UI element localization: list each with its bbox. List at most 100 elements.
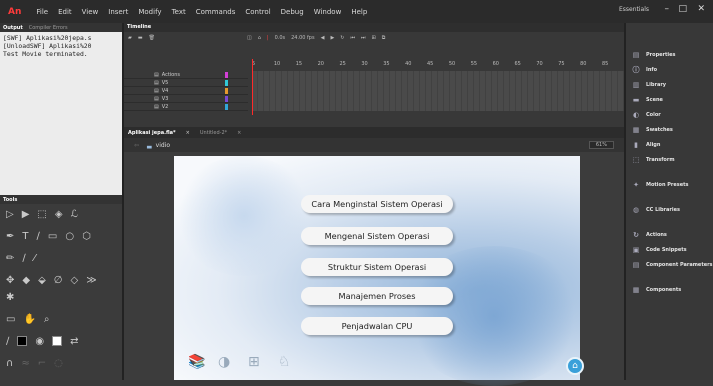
fill-swatch[interactable] [52, 336, 63, 346]
step-forward-icon[interactable]: ⏭ [361, 35, 366, 41]
selection-tool-icon[interactable]: ▷ [6, 209, 14, 221]
panel-cc-libraries[interactable]: ◍ CC Libraries [626, 202, 713, 217]
menu-view[interactable]: View [77, 8, 104, 16]
disk-icon[interactable]: ◑ [218, 354, 230, 370]
paint-brush-icon[interactable]: ⁄ [34, 253, 36, 265]
layer-name[interactable]: V3 [162, 96, 222, 102]
new-layer-icon[interactable]: ▰ [128, 35, 132, 41]
menu-button-cpu-scheduling[interactable]: Penjadwalan CPU [301, 317, 453, 335]
pen-tool-icon[interactable]: ✒ [6, 231, 14, 243]
polystar-tool-icon[interactable]: ⬡ [82, 231, 91, 243]
panel-scene[interactable]: ▬ Scene [626, 92, 713, 107]
option-icon[interactable]: ◌ [54, 358, 63, 370]
panel-info[interactable]: ⓘ Info [626, 62, 713, 77]
new-folder-icon[interactable]: ▬ [138, 35, 143, 41]
panel-components[interactable]: ▦ Components [626, 282, 713, 297]
menu-edit[interactable]: Edit [53, 8, 77, 16]
menu-debug[interactable]: Debug [276, 8, 309, 16]
menu-modify[interactable]: Modify [133, 8, 166, 16]
stroke-swatch[interactable] [17, 336, 28, 346]
timeline-layer[interactable]: ▤ V5 [124, 79, 248, 87]
menu-button-os-structure[interactable]: Struktur Sistem Operasi [301, 258, 453, 276]
panel-align[interactable]: ▮ Align [626, 137, 713, 152]
paint-bucket-icon[interactable]: ◆ [22, 275, 30, 287]
hand-tool-icon[interactable]: ✋ [23, 314, 35, 326]
timeline-layer[interactable]: ▤ V2 [124, 103, 248, 111]
swap-colors-icon[interactable]: ⇄ [70, 336, 78, 348]
home-button[interactable]: ⌂ [566, 357, 584, 375]
panel-properties[interactable]: ▤ Properties [626, 47, 713, 62]
panel-transform[interactable]: ⬚ Transform [626, 152, 713, 167]
zoom-tool-icon[interactable]: ⌕ [44, 314, 50, 326]
text-tool-icon[interactable]: T [22, 231, 28, 243]
windows-icon[interactable]: ⊞ [248, 354, 260, 370]
rotate-tool-icon[interactable]: ◈ [55, 209, 63, 221]
bind-tool-icon[interactable]: ✱ [6, 292, 14, 304]
menu-window[interactable]: Window [309, 8, 347, 16]
layer-name[interactable]: Actions [162, 72, 222, 78]
loop-icon[interactable]: ↻ [340, 35, 344, 41]
timeline-layer[interactable]: ▤ V4 [124, 87, 248, 95]
onion-skin-icon[interactable]: ⊞ [372, 35, 376, 41]
menu-file[interactable]: File [31, 8, 53, 16]
oval-tool-icon[interactable]: ○ [65, 231, 74, 243]
ink-bottle-icon[interactable]: ⬙ [38, 275, 46, 287]
zoom-select[interactable]: 61% [588, 141, 614, 149]
tab-close-icon[interactable]: × [237, 130, 241, 136]
workspace-switcher[interactable]: Essentials [619, 6, 649, 13]
menu-insert[interactable]: Insert [103, 8, 133, 16]
layer-color-swatch[interactable] [224, 95, 228, 102]
stroke-color-icon[interactable]: ∕ [6, 336, 9, 348]
panel-library[interactable]: ▥ Library [626, 77, 713, 92]
brush-tool-icon[interactable]: ∕ [22, 253, 25, 265]
tab-aplikasi-jepa[interactable]: Aplikasi jepa.fla* [128, 130, 176, 136]
play-icon[interactable]: ▶ [330, 35, 334, 41]
layer-name[interactable]: V5 [162, 80, 222, 86]
panel-code-snippets[interactable]: ▣ Code Snippets [626, 242, 713, 257]
panel-swatches[interactable]: ▦ Swatches [626, 122, 713, 137]
timeline-layer[interactable]: ▤ V3 [124, 95, 248, 103]
menu-control[interactable]: Control [240, 8, 275, 16]
panel-actions[interactable]: ↻ Actions [626, 227, 713, 242]
panel-color[interactable]: ◐ Color [626, 107, 713, 122]
close-icon[interactable]: ✕ [697, 4, 705, 14]
go-start-icon[interactable]: ◀ [321, 35, 325, 41]
camera-tool-icon[interactable]: ▭ [6, 314, 15, 326]
subselection-tool-icon[interactable]: ▶ [22, 209, 30, 221]
playhead[interactable] [252, 59, 253, 115]
menu-commands[interactable]: Commands [191, 8, 241, 16]
menu-help[interactable]: Help [346, 8, 372, 16]
eraser-icon[interactable]: ◇ [71, 275, 79, 287]
free-transform-tool-icon[interactable]: ⬚ [37, 209, 46, 221]
frame-rate[interactable]: 24.00 fps [291, 35, 314, 41]
snap-to-objects-icon[interactable]: ∩ [6, 358, 13, 370]
frame-grid[interactable] [252, 71, 624, 111]
menu-button-process-mgmt[interactable]: Manajemen Proses [301, 287, 453, 305]
rectangle-tool-icon[interactable]: ▭ [48, 231, 57, 243]
smooth-icon[interactable]: ≈ [21, 358, 29, 370]
layer-parent-icon[interactable]: ⌂ [258, 35, 261, 41]
delete-layer-icon[interactable]: 🗑 [149, 35, 155, 41]
panel-component-parameters[interactable]: ▤ Component Parameters [626, 257, 713, 272]
step-back-icon[interactable]: ⏮ [351, 35, 356, 41]
line-tool-icon[interactable]: ∕ [37, 231, 40, 243]
menu-button-intro-os[interactable]: Mengenal Sistem Operasi [301, 227, 453, 245]
timeline-layer[interactable]: ▤ Actions [124, 71, 248, 79]
tab-compiler-errors[interactable]: Compiler Errors [29, 25, 68, 31]
tab-untitled-2[interactable]: Untitled-2* [200, 130, 227, 136]
layer-name[interactable]: V2 [162, 104, 222, 110]
layer-color-swatch[interactable] [224, 103, 228, 110]
edit-multiple-icon[interactable]: ⧉ [382, 35, 386, 41]
maximize-icon[interactable]: □ [678, 4, 687, 14]
layer-color-swatch[interactable] [224, 79, 228, 86]
layer-color-swatch[interactable] [224, 71, 228, 78]
tab-close-icon[interactable]: × [186, 130, 190, 136]
menu-button-install-os[interactable]: Cara Menginstal Sistem Operasi [301, 195, 453, 213]
menu-text[interactable]: Text [167, 8, 191, 16]
camera-icon[interactable]: ◫ [247, 35, 252, 41]
back-arrow-icon[interactable]: ⇦ [134, 142, 139, 149]
scene-name[interactable]: vidio [156, 142, 170, 149]
layer-color-swatch[interactable] [224, 87, 228, 94]
android-icon[interactable]: ♘ [278, 354, 291, 370]
bone-tool-icon[interactable]: ✥ [6, 275, 14, 287]
